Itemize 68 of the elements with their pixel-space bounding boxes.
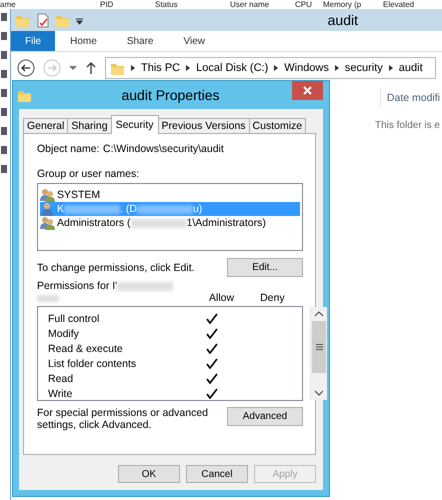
breadcrumb-item[interactable]: security — [344, 62, 383, 74]
up-icon — [85, 61, 97, 75]
tab[interactable]: Customize — [248, 118, 306, 133]
permission-name: Modify — [48, 328, 80, 340]
edit-button[interactable]: Edit... — [227, 258, 303, 277]
grip-icon — [316, 344, 322, 350]
permissions-label: Permissions for I' — [37, 280, 303, 292]
column-header[interactable]: Date modifi — [386, 92, 440, 104]
empty-folder-message: This folder is e — [374, 120, 441, 131]
column-header[interactable]: PID — [100, 0, 155, 9]
chevron-icon — [334, 64, 340, 72]
dialog-button[interactable]: OK — [118, 465, 180, 483]
chevron-icon — [273, 64, 280, 72]
breadcrumb-item[interactable]: Local Disk (C:) — [196, 62, 268, 74]
blurred-text — [37, 294, 59, 302]
column-header: Deny — [260, 292, 285, 304]
permission-name: Read — [48, 372, 74, 384]
back-icon — [17, 59, 35, 77]
permission-name: Write — [48, 388, 74, 400]
dropdown-icon — [75, 16, 84, 24]
column-header[interactable]: ame — [0, 0, 100, 9]
ribbon-tab[interactable]: View — [168, 31, 220, 51]
user-name: Administrators ( 1\Administrators) — [57, 217, 266, 229]
chevron-icon — [130, 64, 136, 72]
close-icon — [303, 86, 312, 95]
forward-icon — [43, 59, 61, 77]
column-header[interactable]: User name — [230, 0, 295, 9]
breadcrumb-item[interactable]: audit — [398, 62, 423, 74]
window-title: audit — [328, 12, 358, 28]
column-header[interactable]: Elevated — [383, 0, 414, 9]
tab[interactable]: General — [23, 118, 68, 133]
object-path: C:\Windows\security\audit — [103, 143, 224, 155]
ribbon-tab[interactable]: File — [11, 31, 56, 51]
breadcrumb-item[interactable]: Windows — [284, 62, 329, 74]
breadcrumb-item[interactable]: This PC — [141, 62, 180, 74]
chevron-icon — [388, 64, 394, 72]
user-list-item[interactable]: Administrators ( 1\Administrators) — [40, 216, 300, 230]
dialog-button[interactable]: Cancel — [186, 465, 248, 483]
column-header[interactable]: Status — [155, 0, 230, 9]
column-header: Allow — [209, 292, 234, 304]
field-label: Object name: — [37, 143, 100, 155]
scrollbar[interactable] — [310, 307, 327, 400]
tab[interactable]: Security — [110, 115, 158, 134]
user-name: K . (D u) — [57, 203, 202, 215]
advanced-button[interactable]: Advanced — [227, 407, 303, 426]
permission-name: Full control — [48, 312, 100, 324]
dropdown-icon — [69, 65, 77, 71]
users-icon — [40, 188, 55, 202]
ribbon-tab[interactable]: Home — [55, 31, 112, 51]
permission-name: List folder contents — [48, 358, 138, 370]
address-bar[interactable]: This PC Local Disk (C:) Windows security audit — [105, 57, 436, 79]
document-icon — [35, 12, 50, 28]
chevron-icon — [185, 64, 192, 72]
column-header[interactable]: CPU — [295, 0, 323, 9]
hint-text: To change permissions, click Edit. — [37, 262, 195, 274]
tab[interactable]: Sharing — [67, 118, 112, 133]
users-icon — [40, 216, 55, 230]
scrollbar-thumb[interactable] — [312, 321, 326, 373]
user-icon — [40, 202, 55, 216]
field-label: Group or user names: — [37, 168, 140, 180]
user-name: SYSTEM — [57, 189, 100, 201]
dialog-title: audit Properties — [121, 87, 220, 103]
permission-name: Read & execute — [48, 342, 124, 354]
column-header[interactable]: Memory (p — [323, 0, 383, 9]
close-button[interactable] — [292, 81, 323, 100]
user-list-item[interactable]: SYSTEM — [40, 188, 300, 202]
hint-text: For special permissions or advanced settings, click Advanced. — [37, 407, 209, 431]
ribbon-tab[interactable]: Share — [112, 31, 168, 51]
